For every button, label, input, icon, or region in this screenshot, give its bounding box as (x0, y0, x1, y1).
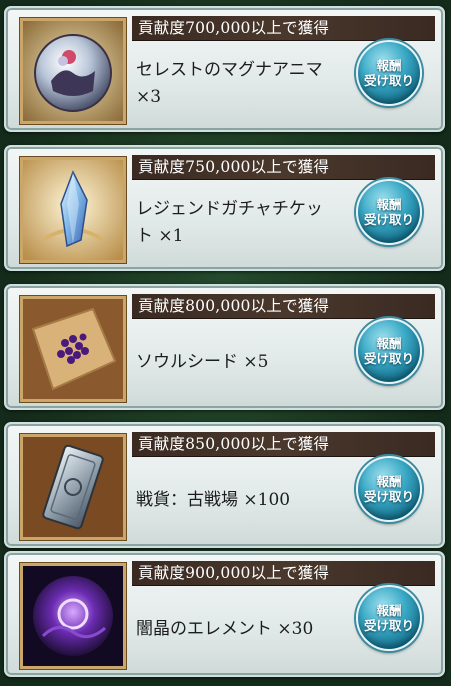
claim-label-line1: 報酬 (376, 197, 402, 212)
reward-item-line: ソウルシード ×5 (136, 351, 269, 372)
reward-item-name: レジェンドガチャチケッ ト ×1 (136, 191, 352, 255)
reward-row: 貢献度850,000以上で獲得 戦貨：古戦場 ×100 報酬 受け取り (4, 422, 445, 548)
claim-label-line2: 受け取り (363, 618, 414, 633)
claim-reward-button[interactable]: 報酬 受け取り (356, 456, 422, 522)
claim-label-line2: 受け取り (363, 73, 414, 88)
reward-condition: 貢献度900,000以上で獲得 (132, 561, 435, 586)
soul-seed-icon (20, 296, 126, 402)
reward-row: 貢献度750,000以上で獲得 レジェンドガチャチケッ ト ×1 報酬 受け取り (4, 145, 445, 271)
claim-reward-button[interactable]: 報酬 受け取り (356, 318, 422, 384)
reward-item-name: 戦貨：古戦場 ×100 (136, 468, 352, 532)
claim-label-line2: 受け取り (363, 212, 414, 227)
reward-item-name: ソウルシード ×5 (136, 330, 352, 394)
reward-item-line: 戦貨：古戦場 ×100 (136, 489, 291, 510)
reward-row: 貢献度800,000以上で獲得 ソウルシード ×5 報酬 受け取り (4, 284, 445, 410)
reward-item-name: 闇晶のエレメント ×30 (136, 597, 352, 661)
claim-label-line1: 報酬 (376, 336, 402, 351)
reward-item-line: セレストのマグナアニマ (136, 60, 323, 80)
reward-list: 貢献度700,000以上で獲得 セレストのマグナアニマ ×3 報酬 受け取り 貢… (0, 0, 451, 686)
legend-gacha-ticket-crystal-icon (20, 157, 126, 263)
reward-condition: 貢献度700,000以上で獲得 (132, 16, 435, 41)
claim-reward-button[interactable]: 報酬 受け取り (356, 179, 422, 245)
claim-label-line1: 報酬 (376, 474, 402, 489)
claim-label-line2: 受け取り (363, 489, 414, 504)
celeste-anima-orb-icon (20, 18, 126, 124)
claim-label-line1: 報酬 (376, 58, 402, 73)
reward-item-name: セレストのマグナアニマ ×3 (136, 52, 352, 116)
reward-row: 貢献度700,000以上で獲得 セレストのマグナアニマ ×3 報酬 受け取り (4, 6, 445, 132)
claim-label-line2: 受け取り (363, 351, 414, 366)
reward-item-line: ×3 (136, 87, 162, 107)
reward-condition: 貢献度850,000以上で獲得 (132, 432, 435, 457)
reward-item-line: ト ×1 (136, 226, 184, 246)
reward-condition: 貢献度800,000以上で獲得 (132, 294, 435, 319)
claim-reward-button[interactable]: 報酬 受け取り (356, 40, 422, 106)
reward-item-line: レジェンドガチャチケッ (136, 199, 323, 219)
dark-element-crystal-icon (20, 563, 126, 669)
reward-item-line: 闇晶のエレメント ×30 (136, 618, 314, 639)
claim-reward-button[interactable]: 報酬 受け取り (356, 585, 422, 651)
war-medal-plate-icon (20, 434, 126, 540)
reward-condition: 貢献度750,000以上で獲得 (132, 155, 435, 180)
reward-row: 貢献度900,000以上で獲得 闇晶のエレメント ×30 報酬 受け取り (4, 551, 445, 677)
claim-label-line1: 報酬 (376, 603, 402, 618)
